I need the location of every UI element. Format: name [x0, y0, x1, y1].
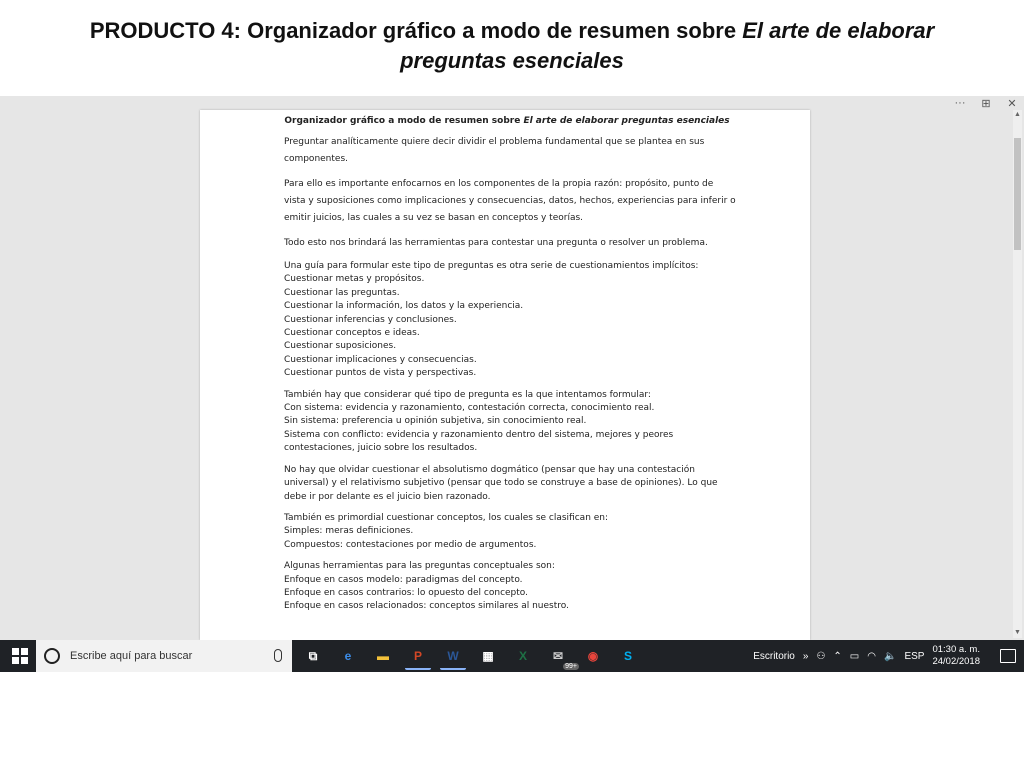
- document-paragraph: No hay que olvidar cuestionar el absolut…: [284, 464, 780, 504]
- clock-date: 24/02/2018: [932, 656, 980, 667]
- chrome-icon: ◉: [587, 649, 599, 663]
- document-line: Cuestionar la información, los datos y l…: [284, 301, 524, 312]
- taskbar-app-skype[interactable]: S: [615, 644, 641, 668]
- document-line: Preguntar analíticamente quiere decir di…: [284, 137, 705, 147]
- taskbar: Escribe aquí para buscar ⧉ e ▬ P W ▦ X ✉ 99+ ◉ S E…: [0, 640, 1024, 672]
- document-paragraph: También es primordial cuestionar concept…: [284, 512, 780, 552]
- document-line: componentes.: [284, 154, 349, 164]
- start-button[interactable]: [4, 640, 36, 672]
- document-line: Cuestionar inferencias y conclusiones.: [284, 314, 457, 325]
- document-line: Todo esto nos brindará las herramientas …: [284, 238, 708, 248]
- document-line: Enfoque en casos relacionados: conceptos…: [284, 601, 569, 612]
- document-paragraph: También hay que considerar qué tipo de p…: [284, 389, 780, 456]
- document-line: Enfoque en casos contrarios: lo opuesto …: [284, 587, 529, 598]
- document-line: Simples: meras definiciones.: [284, 526, 414, 537]
- skype-icon: S: [623, 649, 632, 663]
- task-view-icon: ⧉: [308, 648, 318, 663]
- document-title: Organizador gráfico a modo de resumen so…: [234, 114, 780, 128]
- document-paragraph: Una guía para formular este tipo de preg…: [284, 260, 780, 381]
- powerpoint-icon: P: [413, 649, 422, 663]
- document-line: Cuestionar implicaciones y consecuencias…: [284, 354, 477, 365]
- scroll-up-icon[interactable]: ▲: [1013, 110, 1022, 120]
- more-options-icon[interactable]: ···: [952, 97, 968, 109]
- scrollbar-thumb[interactable]: [1014, 138, 1021, 250]
- document-line: debe ir por delante es el juicio bien ra…: [284, 491, 491, 502]
- document-line: vista y suposiciones como implicaciones …: [284, 196, 736, 206]
- taskbar-app-excel[interactable]: X: [510, 644, 536, 668]
- document-line: Cuestionar conceptos e ideas.: [284, 328, 420, 339]
- document-line: Cuestionar suposiciones.: [284, 341, 397, 352]
- document-page: Organizador gráfico a modo de resumen so…: [200, 110, 810, 640]
- scroll-down-icon[interactable]: ▼: [1013, 628, 1022, 638]
- taskbar-app-chrome[interactable]: ◉: [580, 644, 606, 668]
- file-explorer-icon: ▬: [377, 649, 389, 663]
- screenshot-area: ··· ⊞ ✕ Organizador gráfico a modo de re…: [0, 96, 1024, 672]
- document-line: contestaciones, juicio sobre los resulta…: [284, 443, 478, 454]
- document-line: También hay que considerar qué tipo de p…: [284, 389, 651, 400]
- edge-icon: e: [344, 649, 352, 663]
- document-line: Cuestionar metas y propósitos.: [284, 274, 425, 285]
- system-tray: Escritorio » ⚇ ⌃ ▭ ◠ 🔈 ESP 01:30 a. m. 2…: [753, 640, 1016, 672]
- document-line: Algunas herramientas para las preguntas …: [284, 561, 555, 572]
- vertical-scrollbar[interactable]: ▲ ▼: [1013, 110, 1022, 638]
- document-title-italic: El arte de elaborar preguntas esenciales: [523, 116, 730, 126]
- close-icon[interactable]: ✕: [1004, 97, 1020, 110]
- taskbar-app-mail[interactable]: ✉ 99+: [545, 644, 579, 670]
- document-line: Compuestos: contestaciones por medio de …: [284, 539, 537, 550]
- taskbar-search-box[interactable]: Escribe aquí para buscar: [36, 640, 292, 672]
- taskbar-app-powerpoint[interactable]: P: [405, 644, 431, 670]
- document-paragraph: Para ello es importante enfocarnos en lo…: [284, 176, 780, 227]
- document-line: emitir juicios, las cuales a su vez se b…: [284, 213, 584, 223]
- slide-title-prefix: PRODUCTO 4: Organizador gráfico a modo d…: [89, 18, 743, 43]
- document-paragraphs: Preguntar analíticamente quiere decir di…: [284, 134, 780, 614]
- taskbar-app-file-explorer[interactable]: ▬: [370, 644, 396, 668]
- store-icon: ▦: [482, 649, 494, 663]
- battery-icon[interactable]: ▭: [850, 651, 859, 662]
- cortana-icon: [44, 648, 60, 664]
- document-line: Para ello es importante enfocarnos en lo…: [284, 179, 714, 189]
- volume-icon[interactable]: 🔈: [884, 651, 896, 662]
- mail-icon: ✉: [552, 649, 564, 663]
- document-line: Sistema con conflicto: evidencia y razon…: [284, 429, 674, 440]
- people-icon[interactable]: ⚇: [816, 651, 825, 662]
- document-body: Organizador gráfico a modo de resumen so…: [200, 110, 810, 614]
- desktop-label[interactable]: Escritorio: [753, 651, 795, 662]
- document-line: Sin sistema: preferencia u opinión subje…: [284, 416, 587, 427]
- search-placeholder: Escribe aquí para buscar: [70, 650, 193, 662]
- document-line: universal) y el relativismo subjetivo (p…: [284, 478, 718, 489]
- mail-badge: 99+: [563, 663, 579, 670]
- layout-icon[interactable]: ⊞: [978, 97, 994, 110]
- document-line: Una guía para formular este tipo de preg…: [284, 261, 699, 271]
- notifications-icon[interactable]: [1000, 649, 1016, 663]
- desktop-chevron-icon[interactable]: »: [803, 651, 809, 662]
- taskbar-app-word[interactable]: W: [440, 644, 466, 670]
- wifi-icon[interactable]: ◠: [867, 651, 876, 662]
- windows-logo-icon: [12, 648, 28, 664]
- document-line: No hay que olvidar cuestionar el absolut…: [284, 464, 695, 475]
- slide-title: PRODUCTO 4: Organizador gráfico a modo d…: [40, 16, 984, 76]
- window-controls: ··· ⊞ ✕: [952, 96, 1020, 110]
- language-indicator[interactable]: ESP: [904, 651, 924, 662]
- excel-icon: X: [518, 649, 527, 663]
- document-line: También es primordial cuestionar concept…: [284, 512, 609, 523]
- taskbar-app-store[interactable]: ▦: [475, 644, 501, 668]
- word-icon: W: [447, 649, 459, 663]
- document-line: Cuestionar puntos de vista y perspectiva…: [284, 368, 477, 379]
- taskbar-app-edge[interactable]: e: [335, 644, 361, 668]
- document-paragraph: Preguntar analíticamente quiere decir di…: [284, 134, 780, 168]
- clock-time: 01:30 a. m.: [932, 644, 980, 655]
- document-paragraph: Algunas herramientas para las preguntas …: [284, 560, 780, 614]
- document-title-prefix: Organizador gráfico a modo de resumen so…: [284, 116, 524, 126]
- document-paragraph: Todo esto nos brindará las herramientas …: [284, 235, 780, 252]
- document-line: Enfoque en casos modelo: paradigmas del …: [284, 574, 523, 585]
- document-line: Con sistema: evidencia y razonamiento, c…: [284, 403, 655, 414]
- tray-expand-icon[interactable]: ⌃: [833, 651, 841, 662]
- clock[interactable]: 01:30 a. m. 24/02/2018: [932, 644, 980, 668]
- microphone-icon[interactable]: [274, 649, 282, 662]
- taskbar-app-task-view[interactable]: ⧉: [300, 644, 326, 668]
- document-line: Cuestionar las preguntas.: [284, 287, 400, 298]
